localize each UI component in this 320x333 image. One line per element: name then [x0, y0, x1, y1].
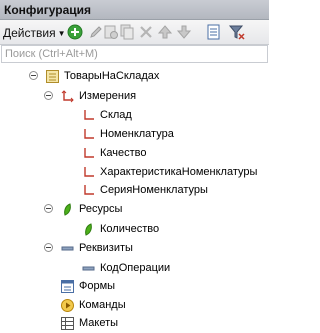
- tree-node-layouts[interactable]: Макеты: [60, 314, 118, 332]
- toolbar: Действия ▼: [0, 20, 269, 45]
- tree-node-commands[interactable]: Команды: [60, 296, 126, 314]
- dimension-icon: [81, 165, 95, 179]
- search-input[interactable]: [2, 46, 267, 62]
- actions-label: Действия: [3, 26, 56, 40]
- dimension-icon: [81, 127, 95, 141]
- tree-node-label: СерияНоменклатуры: [100, 184, 208, 196]
- tree-node-label: Ресурсы: [79, 203, 123, 215]
- move-down-button[interactable]: [175, 23, 193, 41]
- dimension-icon: [81, 183, 95, 197]
- copy-button[interactable]: [118, 23, 136, 41]
- filter-button[interactable]: [228, 23, 246, 41]
- move-up-icon: [157, 25, 173, 39]
- window-title: Конфигурация: [4, 3, 92, 17]
- search-box: [1, 45, 268, 63]
- tree-node-dimension-item[interactable]: Номенклатура: [81, 125, 174, 143]
- actions-menu-button[interactable]: Действия ▼: [3, 26, 66, 40]
- tree-node-label: КодОперации: [100, 262, 171, 274]
- tree-node-label: Формы: [79, 280, 116, 292]
- tree-node-dimension-item[interactable]: Склад: [81, 106, 132, 124]
- attributes-icon: [60, 241, 74, 255]
- tree-node-label: ТоварыНаСкладах: [64, 70, 160, 82]
- tree-node-dimension-item[interactable]: ХарактеристикаНоменклатуры: [81, 163, 257, 181]
- tree-node-label: Измерения: [79, 90, 137, 102]
- copy-icon: [120, 24, 134, 40]
- tree-node-resources[interactable]: Ресурсы: [60, 200, 122, 218]
- tree-node-attributes[interactable]: Реквизиты: [60, 239, 133, 257]
- tree-node-resource-item[interactable]: Количество: [81, 220, 159, 238]
- tree-node-label: Номенклатура: [100, 128, 174, 140]
- tree-node-label: Склад: [100, 109, 132, 121]
- tree-node-dimension-item[interactable]: СерияНоменклатуры: [81, 181, 208, 199]
- tree-node-label: Количество: [100, 223, 160, 235]
- resources-icon: [60, 202, 74, 216]
- delete-button[interactable]: [137, 23, 155, 41]
- forms-icon: [60, 279, 74, 293]
- tree-node-forms[interactable]: Формы: [60, 277, 115, 295]
- tree-node-label: ХарактеристикаНоменклатуры: [100, 166, 258, 178]
- collapse-resources-icon[interactable]: [44, 204, 53, 213]
- properties-icon: [207, 24, 220, 40]
- tree-node-dimensions[interactable]: Измерения: [60, 87, 136, 105]
- tree-node-label: Макеты: [79, 317, 119, 329]
- dimensions-icon: [60, 89, 74, 103]
- add-icon: [67, 24, 83, 40]
- layouts-icon: [60, 316, 74, 330]
- tree-node-attribute-item[interactable]: КодОперации: [81, 259, 170, 277]
- tree-node-root[interactable]: ТоварыНаСкладах: [45, 67, 159, 85]
- move-up-button[interactable]: [156, 23, 174, 41]
- dropdown-arrow-icon: ▼: [57, 29, 66, 38]
- title-bar: Конфигурация: [0, 0, 269, 20]
- filter-icon: [228, 25, 245, 40]
- tree-node-dimension-item[interactable]: Качество: [81, 144, 147, 162]
- delete-icon: [140, 26, 152, 38]
- tree-node-label: Качество: [100, 147, 147, 159]
- attribute-icon: [81, 261, 95, 275]
- collapse-root-icon[interactable]: [29, 71, 38, 80]
- register-icon: [45, 69, 59, 83]
- properties-button[interactable]: [205, 23, 223, 41]
- dimension-icon: [81, 146, 95, 160]
- resource-icon: [81, 222, 95, 236]
- collapse-dimensions-icon[interactable]: [44, 91, 53, 100]
- commands-icon: [60, 298, 74, 312]
- dimension-icon: [81, 108, 95, 122]
- tree-node-label: Реквизиты: [79, 242, 133, 254]
- move-down-icon: [176, 25, 192, 39]
- collapse-attributes-icon[interactable]: [44, 243, 53, 252]
- add-button[interactable]: [66, 23, 84, 41]
- tree-node-label: Команды: [79, 299, 126, 311]
- configuration-tree: ТоварыНаСкладах Измерения Склад Номенкла…: [0, 63, 269, 333]
